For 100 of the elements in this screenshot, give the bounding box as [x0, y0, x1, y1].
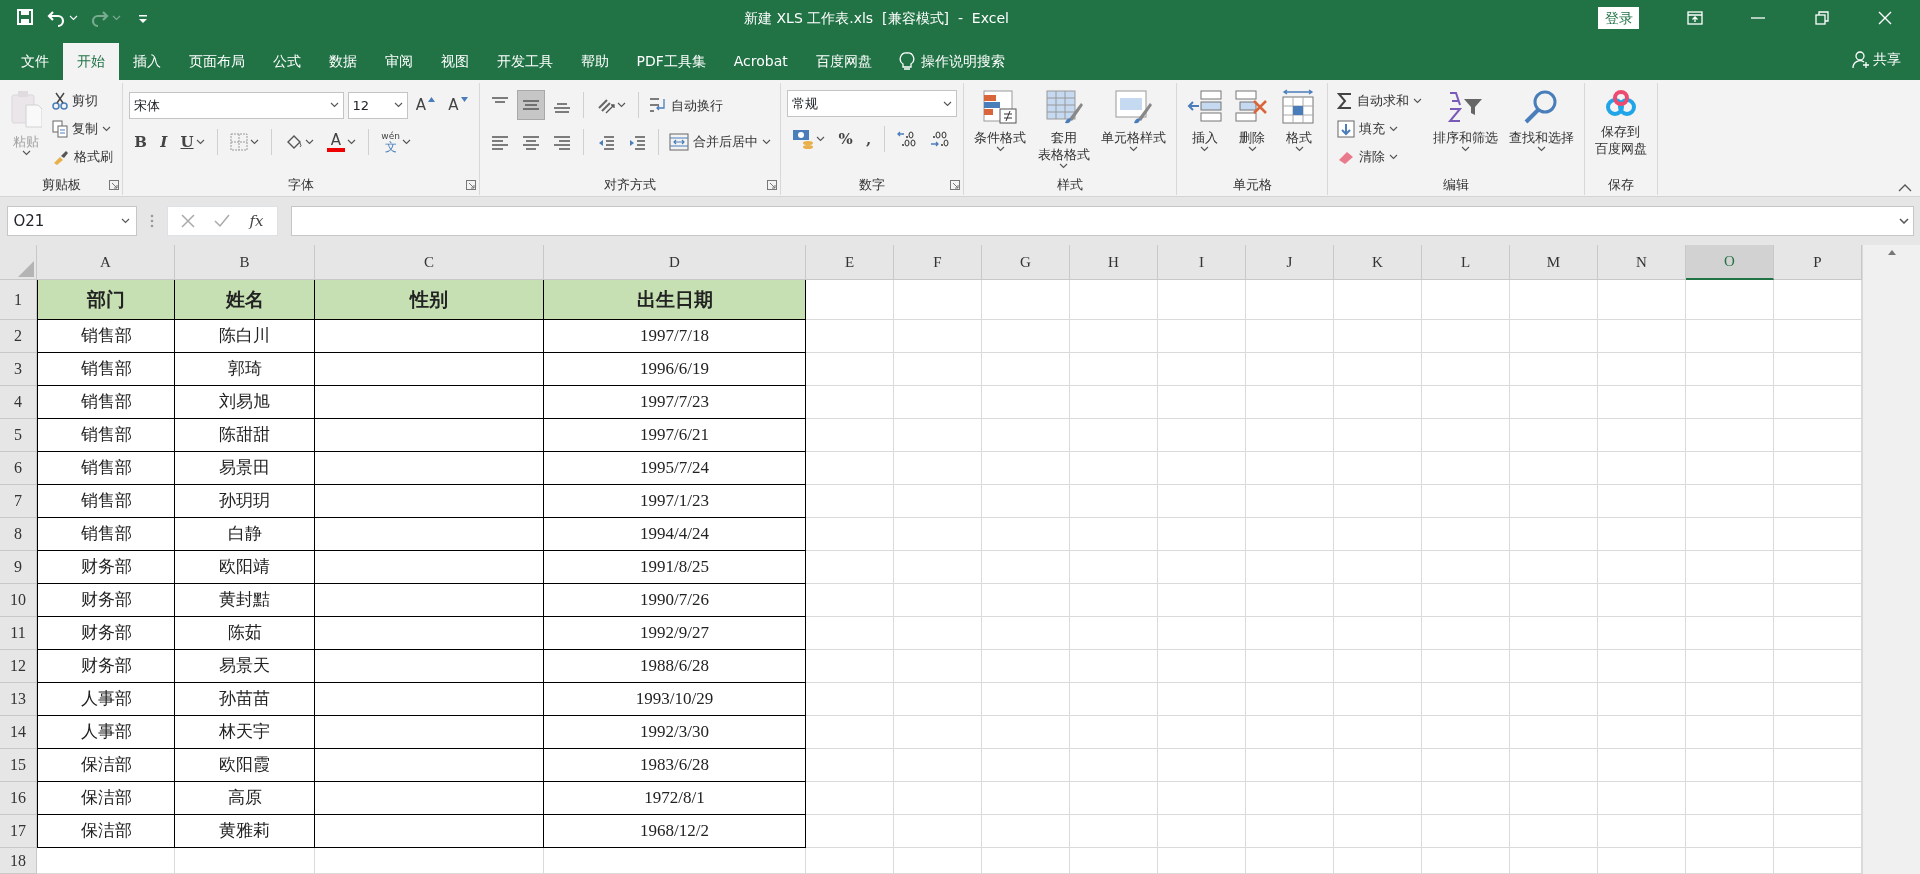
sheet-cell[interactable]: [315, 749, 544, 782]
share-button[interactable]: 共享: [1845, 48, 1907, 71]
row-header[interactable]: 18: [0, 848, 37, 874]
dialog-launcher-icon[interactable]: [767, 180, 778, 190]
dialog-launcher-icon[interactable]: [109, 180, 120, 190]
enter-check-icon[interactable]: [214, 214, 230, 228]
name-box[interactable]: O21: [6, 206, 137, 236]
lightbulb-icon[interactable]: [898, 51, 915, 72]
ribbon-button[interactable]: 插入: [1182, 87, 1227, 154]
ribbon-tab[interactable]: PDF工具集: [622, 43, 720, 80]
restore-icon[interactable]: [1813, 10, 1830, 26]
sheet-cell[interactable]: [315, 452, 544, 485]
ribbon-tab[interactable]: 文件: [6, 43, 63, 80]
sheet-cell[interactable]: [315, 683, 544, 716]
ribbon-button[interactable]: 自动求和: [1334, 87, 1426, 115]
ribbon-display-icon[interactable]: [1686, 10, 1703, 26]
row-header[interactable]: 14: [0, 716, 37, 749]
ribbon-tab[interactable]: 开发工具: [482, 43, 567, 80]
ribbon-button[interactable]: 填充: [1334, 115, 1426, 143]
ribbon-button[interactable]: 复制: [49, 115, 117, 143]
toolbar-button[interactable]: wén 文: [376, 126, 416, 157]
dropdown-field[interactable]: 常规: [787, 90, 958, 118]
sheet-cell[interactable]: [315, 485, 544, 518]
toolbar-button[interactable]: B: [129, 126, 152, 157]
sheet-cell[interactable]: [315, 650, 544, 683]
ribbon-tab[interactable]: 公式: [258, 43, 315, 80]
ribbon-button[interactable]: 单元格样式: [1096, 87, 1170, 154]
column-header[interactable]: A: [37, 245, 175, 280]
insert-function-button[interactable]: fx: [249, 209, 264, 233]
sheet-cell[interactable]: [315, 386, 544, 419]
row-header[interactable]: 16: [0, 782, 37, 815]
ribbon-tab[interactable]: Acrobat: [719, 43, 802, 80]
toolbar-button[interactable]: A: [410, 90, 440, 121]
vertical-scrollbar[interactable]: [1862, 245, 1920, 874]
column-header[interactable]: O: [1686, 245, 1774, 280]
scroll-up-icon[interactable]: [1886, 248, 1897, 257]
ribbon-button[interactable]: 删除: [1230, 87, 1275, 154]
column-header[interactable]: H: [1070, 245, 1158, 280]
column-header[interactable]: B: [175, 245, 315, 280]
row-header[interactable]: 10: [0, 584, 37, 617]
close-icon[interactable]: [1877, 10, 1893, 26]
sheet-cell[interactable]: [315, 617, 544, 650]
toolbar-button[interactable]: A: [321, 126, 361, 157]
toolbar-button[interactable]: U: [175, 126, 210, 157]
row-header[interactable]: 11: [0, 617, 37, 650]
ribbon-button[interactable]: 格式刷: [49, 143, 117, 171]
toolbar-button[interactable]: A: [443, 90, 473, 121]
ribbon-tab[interactable]: 插入: [118, 43, 175, 80]
column-header[interactable]: P: [1774, 245, 1862, 280]
row-header[interactable]: 17: [0, 815, 37, 848]
ribbon-tab[interactable]: 视图: [426, 43, 483, 80]
toolbar-button[interactable]: I: [155, 126, 173, 157]
ribbon-tab[interactable]: 审阅: [370, 43, 427, 80]
column-header[interactable]: J: [1246, 245, 1334, 280]
ribbon-button[interactable]: 自动换行: [646, 91, 727, 120]
column-header[interactable]: E: [806, 245, 894, 280]
sheet-cell[interactable]: [315, 782, 544, 815]
tell-me-search[interactable]: 操作说明搜索: [921, 51, 1006, 72]
ribbon-button[interactable]: 清除: [1334, 143, 1426, 171]
sheet-cell[interactable]: [315, 584, 544, 617]
sheet-cell[interactable]: [315, 320, 544, 353]
row-header[interactable]: 2: [0, 320, 37, 353]
row-header[interactable]: 12: [0, 650, 37, 683]
row-header[interactable]: 3: [0, 353, 37, 386]
ribbon-button[interactable]: 格式: [1277, 87, 1322, 154]
dropdown-field[interactable]: 12: [347, 91, 408, 119]
column-header[interactable]: N: [1598, 245, 1686, 280]
ribbon-button[interactable]: 排序和筛选: [1428, 87, 1502, 154]
ribbon-button[interactable]: 保存到 百度网盘: [1590, 87, 1651, 159]
row-header[interactable]: 13: [0, 683, 37, 716]
column-header[interactable]: L: [1422, 245, 1510, 280]
ribbon-tab[interactable]: 页面布局: [174, 43, 259, 80]
sheet-cell[interactable]: [315, 518, 544, 551]
expand-icon[interactable]: [1899, 218, 1910, 224]
row-header[interactable]: 7: [0, 485, 37, 518]
column-header[interactable]: C: [315, 245, 544, 280]
ribbon-tab[interactable]: 开始: [62, 43, 119, 80]
dropdown-field[interactable]: 宋体: [129, 91, 345, 119]
row-header[interactable]: 9: [0, 551, 37, 584]
column-header[interactable]: I: [1158, 245, 1246, 280]
cancel-icon[interactable]: [180, 214, 195, 228]
collapse-ribbon-icon[interactable]: [1898, 184, 1912, 192]
login-button[interactable]: 登录: [1598, 7, 1639, 29]
ribbon-button[interactable]: 套用 表格格式: [1033, 87, 1094, 171]
ribbon-button[interactable]: 条件格式: [970, 87, 1031, 154]
sheet-cell[interactable]: [315, 551, 544, 584]
toolbar-button[interactable]: ,: [861, 123, 877, 154]
ribbon-button[interactable]: 查找和选择: [1504, 87, 1578, 154]
ribbon-tab[interactable]: 数据: [314, 43, 371, 80]
sheet-cell[interactable]: [315, 419, 544, 452]
column-header[interactable]: K: [1334, 245, 1422, 280]
ribbon-tab[interactable]: 百度网盘: [801, 43, 886, 80]
sheet-cell[interactable]: [315, 815, 544, 848]
ribbon-button[interactable]: 合并后居中: [666, 127, 775, 156]
toolbar-button[interactable]: [516, 90, 545, 121]
row-header[interactable]: 15: [0, 749, 37, 782]
toolbar-button[interactable]: %: [833, 123, 858, 154]
row-header[interactable]: 5: [0, 419, 37, 452]
column-header[interactable]: F: [894, 245, 982, 280]
row-header[interactable]: 4: [0, 386, 37, 419]
